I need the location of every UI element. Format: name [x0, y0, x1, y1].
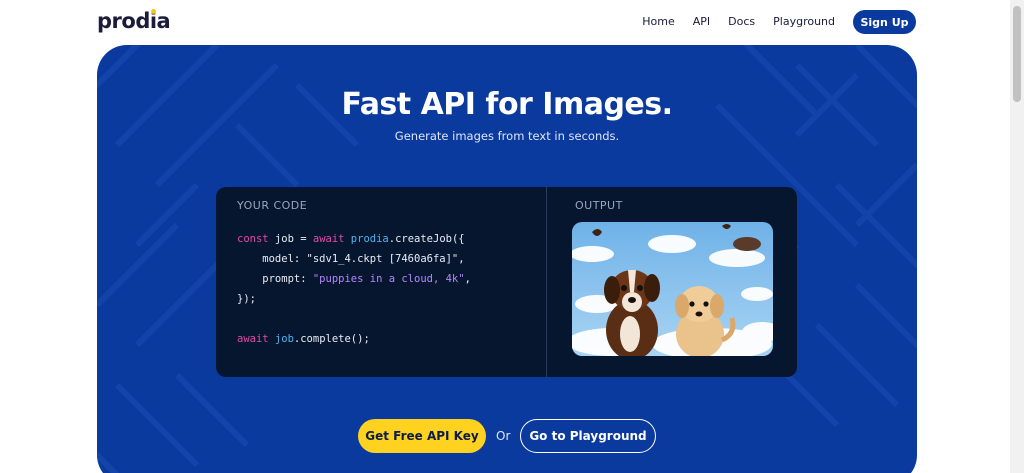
- your-code-label: YOUR CODE: [237, 199, 308, 212]
- nav-link-api[interactable]: API: [693, 15, 710, 28]
- code-block: const job = await prodia.createJob({ mod…: [237, 229, 471, 349]
- panel-divider: [546, 187, 547, 377]
- cta-row: Get Free API Key Or Go to Playground: [97, 419, 917, 453]
- code-token: });: [237, 293, 256, 305]
- or-label: Or: [496, 429, 511, 443]
- code-token: job: [268, 333, 294, 345]
- nav-link-playground[interactable]: Playground: [773, 15, 835, 28]
- code-token: prodia: [344, 233, 389, 245]
- code-token: await: [312, 233, 345, 245]
- nav-link-home[interactable]: Home: [642, 15, 674, 28]
- nav-links: Home API Docs Playground: [642, 15, 835, 28]
- code-token: const: [237, 233, 269, 245]
- code-token: job =: [268, 233, 313, 245]
- get-free-api-key-button[interactable]: Get Free API Key: [358, 419, 486, 453]
- code-token: "puppies in a cloud, 4k": [312, 273, 465, 285]
- puppies-image: [572, 222, 773, 356]
- code-token: model: "sdv1_4.ckpt [7460a6fa]",: [237, 253, 465, 265]
- logo-dot-icon: [151, 9, 156, 14]
- code-token: prompt:: [237, 273, 313, 285]
- nav-link-docs[interactable]: Docs: [728, 15, 755, 28]
- code-token: await: [237, 333, 269, 345]
- hero-title: Fast API for Images.: [341, 87, 673, 122]
- prodia-logo[interactable]: prodia: [97, 9, 171, 33]
- page-scrollbar[interactable]: [1010, 0, 1024, 473]
- top-nav: prodia Home API Docs Playground Sign Up: [0, 0, 1010, 45]
- code-token: ,: [464, 273, 471, 285]
- scrollbar-thumb[interactable]: [1013, 6, 1021, 102]
- hero-subtitle: Generate images from text in seconds.: [394, 129, 620, 143]
- hero-section: Fast API for Images. Generate images fro…: [97, 45, 917, 473]
- output-label: OUTPUT: [575, 199, 623, 212]
- code-token: .complete();: [293, 333, 370, 345]
- go-to-playground-button[interactable]: Go to Playground: [520, 419, 656, 453]
- sign-up-button[interactable]: Sign Up: [853, 10, 916, 34]
- code-token: .createJob({: [388, 233, 465, 245]
- output-image: [572, 222, 773, 356]
- code-demo-card: YOUR CODE const job = await prodia.creat…: [216, 187, 797, 377]
